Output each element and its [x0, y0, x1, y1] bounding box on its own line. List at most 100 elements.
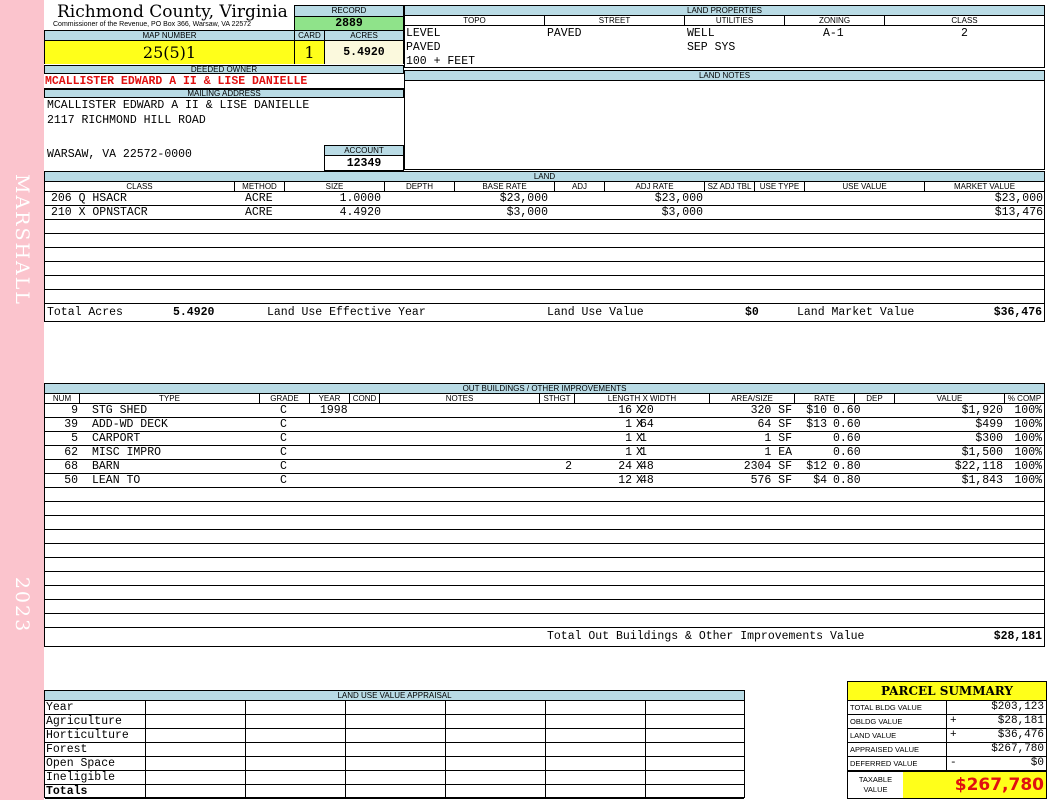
outbuildings-total-value: $28,181 [993, 630, 1042, 643]
land-market-total: $36,476 [993, 306, 1042, 319]
land-col-header: SZ ADJ TBL [705, 182, 755, 191]
land-notes: LAND NOTES [404, 70, 1045, 170]
summary-value: $203,123 [991, 701, 1044, 713]
summary-operator: - [950, 757, 957, 769]
class-header: CLASS [951, 16, 978, 25]
outbuilding-grade: C [280, 432, 287, 445]
outbuilding-sthgt [540, 446, 572, 460]
outbuilding-rate [795, 446, 827, 460]
outbuilding-wid: 1 [640, 446, 647, 459]
appraisal-row-label: Open Space [46, 757, 116, 770]
outbuilding-row-empty [45, 502, 1044, 516]
land-market-value: $13,476 [994, 206, 1043, 219]
outbuilding-comp: 100% [1014, 418, 1042, 431]
appraisal-row-label: Agriculture [46, 715, 122, 728]
ob-col-header: TYPE [80, 394, 260, 403]
outbuilding-comp: 100% [1014, 446, 1042, 459]
account-box: ACCOUNT 12349 [324, 145, 404, 171]
outbuilding-value: $22,118 [954, 460, 1003, 473]
outbuildings-rows: 9 STG SHED C 1998 16 20 320 SF $10 0.60 $1,920 100… [45, 404, 1044, 628]
summary-label: DEFERRED VALUE [850, 759, 918, 768]
topo-value: 100 + FEET [406, 55, 476, 68]
summary-value: $28,181 [997, 715, 1044, 727]
outbuilding-row: 5 CARPORT C 1 1 1 SF 0.60 $300 100% X [45, 432, 1044, 446]
ob-col-header: VALUE [895, 394, 1005, 403]
summary-label: LAND VALUE [850, 731, 897, 740]
year-label: 2023 [11, 576, 33, 634]
summary-label: APPRAISED VALUE [850, 745, 920, 754]
outbuilding-area: 1 EA [764, 446, 792, 459]
outbuilding-type: CARPORT [92, 432, 141, 445]
land-col-header: MARKET VALUE [953, 182, 1016, 191]
land-row-empty [45, 290, 1044, 304]
land-col-header: CLASS [45, 182, 235, 191]
outbuilding-year [320, 432, 360, 446]
record-label: RECORD [295, 6, 403, 17]
land-properties: LAND PROPERTIES TOPO STREET UTILITIES ZO… [404, 5, 1045, 68]
street-value: PAVED [547, 27, 582, 40]
county-title: Richmond County, Virginia [57, 2, 288, 22]
land-base-rate: $3,000 [506, 206, 548, 219]
outbuilding-row-empty [45, 600, 1044, 614]
times-sign: X [636, 460, 643, 473]
land-use-value-label: Land Use Value [547, 306, 644, 319]
land-method: ACRE [245, 206, 273, 219]
topo-header: TOPO [405, 16, 545, 25]
utilities-values: WELL SEP SYS [687, 27, 735, 55]
land-adj-rate: $23,000 [654, 192, 703, 205]
outbuildings-total-label: Total Out Buildings & Other Improvements… [547, 630, 865, 643]
total-acres-value: 5.4920 [173, 306, 215, 319]
account-value: 12349 [346, 157, 382, 170]
appraisal-row-label: Horticulture [46, 729, 129, 742]
land-use-effective-year-label: Land Use Effective Year [267, 306, 426, 319]
appraisal-row: Open Space [45, 757, 744, 771]
outbuilding-row-empty [45, 572, 1044, 586]
land-row-empty [45, 262, 1044, 276]
land-col-header: USE VALUE [805, 182, 925, 191]
outbuilding-row: 39 ADD-WD DECK C 1 64 64 SF $13 0.60 $499 100% X [45, 418, 1044, 432]
deeded-owner-value: MCALLISTER EDWARD A II & LISE DANIELLE [44, 74, 404, 89]
times-sign: X [636, 446, 643, 459]
ob-col-header: NUM [45, 394, 80, 403]
utility-value: WELL [687, 27, 715, 40]
outbuilding-area: 320 SF [750, 404, 792, 417]
outbuilding-num: 50 [64, 474, 78, 487]
record-value: 2889 [295, 17, 403, 30]
land-col-header: USE TYPE [755, 182, 805, 191]
land-row-empty [45, 276, 1044, 290]
land-row-empty [45, 234, 1044, 248]
taxable-label: VALUE [863, 785, 888, 794]
ob-col-header: LENGTH X WIDTH [575, 394, 710, 403]
outbuilding-num: 62 [64, 446, 78, 459]
ob-col-header: NOTES [380, 394, 540, 403]
map-number-value: 25(5)1 [45, 41, 294, 64]
appraisal-row: Horticulture [45, 729, 744, 743]
ob-col-header: COND [350, 394, 380, 403]
outbuilding-wid: 20 [640, 404, 654, 417]
outbuilding-area: 2304 SF [743, 460, 792, 473]
outbuilding-wid: 1 [640, 432, 647, 445]
outbuilding-type: ADD-WD DECK [92, 418, 168, 431]
appraisal-row: Totals [45, 785, 744, 799]
summary-operator: + [950, 715, 957, 727]
topo-values: LEVEL PAVED 100 + FEET [406, 27, 475, 69]
land-col-header: BASE RATE [455, 182, 555, 191]
outbuilding-type: LEAN TO [92, 474, 141, 487]
outbuilding-value: $1,843 [961, 474, 1003, 487]
land-class: 206 Q HSACR [51, 192, 127, 205]
outbuilding-rate: $13 [806, 418, 827, 431]
taxable-value: $267,780 [903, 772, 1046, 798]
acres-value: 5.4920 [325, 41, 403, 64]
ob-col-header: GRADE [260, 394, 310, 403]
land-title: LAND [45, 172, 1044, 182]
land-method: ACRE [245, 192, 273, 205]
card-value: 1 [295, 41, 324, 64]
outbuilding-grade: C [280, 474, 287, 487]
street-header: STREET [545, 16, 685, 25]
outbuilding-rate: $12 [806, 460, 827, 473]
appraisal-row-label: Forest [46, 743, 88, 756]
outbuilding-row: 62 MISC IMPRO C 1 1 1 EA 0.60 $1,500 100% X [45, 446, 1044, 460]
summary-operator: + [950, 729, 957, 741]
summary-rows: TOTAL BLDG VALUE $203,123 OBLDG VALUE + $28,… [848, 701, 1046, 771]
outbuilding-wid: 48 [640, 474, 654, 487]
